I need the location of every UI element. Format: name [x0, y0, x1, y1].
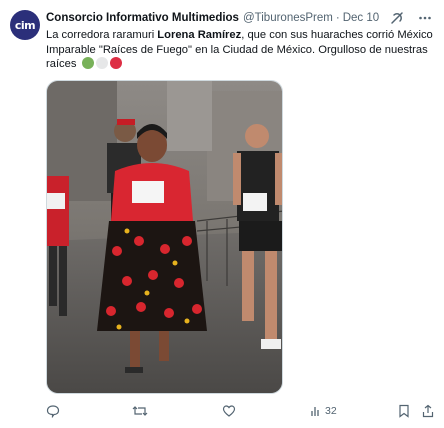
runner-photo-illustration — [47, 81, 282, 393]
author-handle[interactable]: @TiburonesPrem — [243, 12, 333, 24]
separator-dot: · — [335, 12, 340, 24]
author-name[interactable]: Consorcio Informativo Multimedios — [46, 12, 239, 24]
more-icon[interactable] — [416, 9, 434, 27]
red-circle-emoji — [109, 57, 122, 69]
tweet-text: La corredora raramuri Lorena Ramírez, qu… — [46, 28, 436, 72]
tweet-date[interactable]: Dec 10 — [343, 12, 379, 24]
like-button[interactable] — [222, 402, 236, 420]
share-button[interactable] — [422, 402, 434, 420]
views-button[interactable]: 32 — [310, 402, 337, 420]
retweet-button[interactable] — [132, 402, 148, 420]
tweet-text-bold-name: Lorena Ramírez — [157, 29, 242, 41]
views-icon — [310, 405, 322, 417]
top-actions — [388, 9, 434, 27]
reply-button[interactable] — [46, 402, 60, 420]
reply-icon — [46, 404, 60, 418]
avatar-text: cim — [14, 18, 36, 32]
tweet-photo[interactable] — [46, 80, 283, 394]
share-icon — [422, 404, 434, 418]
tweet-actions: 32 — [46, 402, 436, 420]
tweet-text-start: La corredora raramuri — [46, 29, 158, 41]
tweet-header: Consorcio Informativo Multimedios @Tibur… — [46, 10, 379, 26]
views-count: 32 — [325, 405, 337, 417]
tweet-card[interactable]: cim Consorcio Informativo Multimedios @T… — [0, 0, 444, 428]
bookmark-button[interactable] — [398, 402, 410, 420]
grok-icon[interactable] — [388, 9, 406, 27]
like-icon — [222, 404, 236, 418]
bookmark-icon — [398, 404, 410, 418]
retweet-icon — [132, 404, 148, 418]
avatar[interactable]: cim — [10, 10, 40, 40]
green-circle-emoji — [81, 57, 94, 69]
white-circle-emoji — [95, 57, 108, 69]
